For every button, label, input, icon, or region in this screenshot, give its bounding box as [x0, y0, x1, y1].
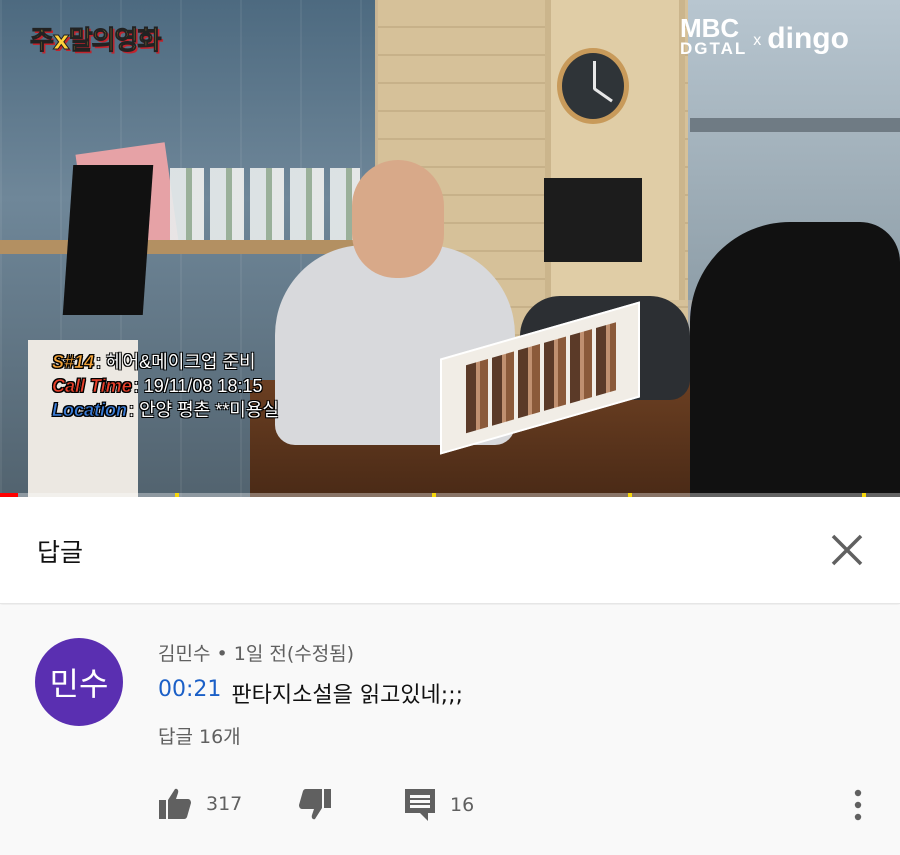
- reply-count-link[interactable]: 답글 16개: [158, 722, 241, 749]
- mbc-dgtal-logo: MBC DGTAL: [680, 13, 748, 58]
- thumb-down-icon: [298, 788, 332, 820]
- caption-location-key: Location: [52, 400, 128, 421]
- comment-actions: 317 16: [158, 788, 878, 832]
- caption-calltime-value: : 19/11/08 18:15: [133, 376, 263, 396]
- caption-scene-value: : 헤어&메이크업 준비: [96, 352, 256, 372]
- video-scene-head: [352, 160, 444, 278]
- reply-button[interactable]: 16: [404, 788, 474, 822]
- scene-caption: S#14 : 헤어&메이크업 준비 Call Time : 19/11/08 1…: [52, 350, 279, 422]
- close-icon: [826, 529, 868, 571]
- video-player[interactable]: 주x말의영화 MBC DGTAL x dingo S#14 : 헤어&메이크업 …: [0, 0, 900, 497]
- dgtal-text: DGTAL: [680, 39, 748, 58]
- comment-timestamp-link[interactable]: 00:21: [158, 677, 221, 709]
- dingo-logo: dingo: [767, 22, 849, 55]
- caption-scene-key: S#14: [52, 352, 95, 373]
- more-options-button[interactable]: [848, 788, 868, 822]
- logo-separator: x: [753, 32, 762, 49]
- avatar[interactable]: 민수: [35, 638, 123, 726]
- more-vert-icon: [848, 788, 868, 822]
- caption-location-line: Location : 안양 평촌 **미용실: [52, 398, 279, 422]
- dislike-button[interactable]: [298, 788, 332, 820]
- close-button[interactable]: [826, 529, 868, 571]
- channel-logo: 주x말의영화: [29, 26, 161, 57]
- mbc-text: MBC: [680, 13, 740, 43]
- comment-body: 00:21 판타지소설을 읽고있네;;;: [158, 677, 463, 709]
- caption-calltime-key: Call Time: [52, 376, 132, 397]
- video-scene-hair: [690, 222, 900, 497]
- video-scene-clock: [557, 48, 629, 124]
- like-button[interactable]: 317: [158, 788, 242, 820]
- reply-icon: [404, 788, 436, 822]
- video-scene-rail: [690, 118, 900, 132]
- comment-text: 판타지소설을 읽고있네;;;: [231, 683, 464, 708]
- comment-meta: 김민수 • 1일 전(수정됨): [158, 643, 355, 665]
- video-scene-monitor: [62, 165, 154, 315]
- thumb-up-icon: [158, 788, 192, 820]
- caption-location-value: : 안양 평촌 **미용실: [129, 400, 279, 420]
- caption-calltime-line: Call Time : 19/11/08 18:15: [52, 374, 279, 398]
- replies-header: 답글: [0, 497, 900, 604]
- caption-scene-line: S#14 : 헤어&메이크업 준비: [52, 350, 279, 374]
- like-count: 317: [206, 793, 243, 815]
- brand-logo: MBC DGTAL x dingo: [680, 13, 849, 58]
- video-scene-products: [170, 168, 360, 240]
- panel-title: 답글: [37, 538, 84, 567]
- comment-thread: 민수 김민수 • 1일 전(수정됨) 00:21 판타지소설을 읽고있네;;; …: [0, 605, 900, 855]
- reply-action-count: 16: [450, 794, 475, 816]
- video-scene-book: [544, 178, 642, 262]
